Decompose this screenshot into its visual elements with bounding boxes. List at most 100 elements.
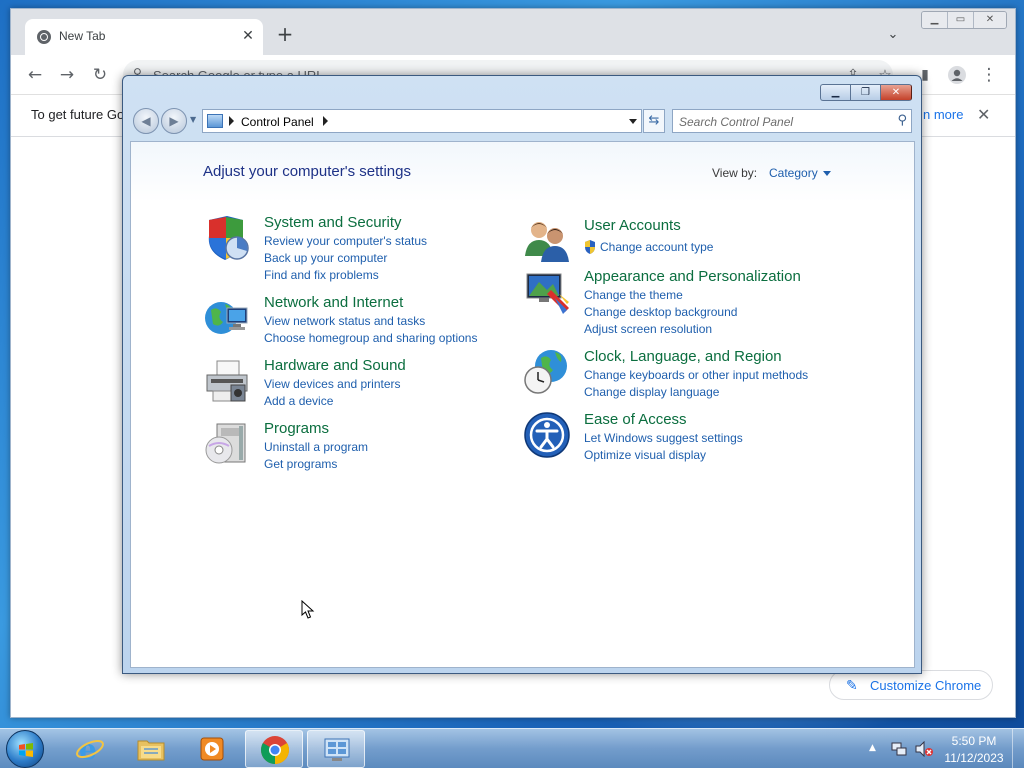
taskbar-file-explorer[interactable] xyxy=(122,730,180,768)
folder-icon xyxy=(137,740,165,761)
customize-chrome-label: Customize Chrome xyxy=(870,678,982,693)
category-network-internet-title[interactable]: Network and Internet xyxy=(264,294,403,311)
chrome-window-controls: ▁ ▭ ✕ xyxy=(921,11,1007,29)
taskbar-internet-explorer[interactable]: e xyxy=(61,730,119,768)
link-review-status[interactable]: Review your computer's status xyxy=(264,234,427,248)
back-icon[interactable]: ← xyxy=(23,63,47,87)
windows-logo-icon xyxy=(19,743,33,757)
show-hidden-icons-button[interactable]: ▲ xyxy=(869,743,876,753)
shield-icon[interactable] xyxy=(203,214,251,262)
breadcrumb-separator-icon[interactable] xyxy=(323,116,328,126)
link-get-programs[interactable]: Get programs xyxy=(264,457,337,471)
internet-explorer-icon: e xyxy=(76,734,104,764)
link-screen-resolution[interactable]: Adjust screen resolution xyxy=(584,322,712,336)
chevron-down-icon[interactable] xyxy=(823,171,831,176)
reload-icon[interactable]: ↻ xyxy=(88,63,112,87)
cp-content-pane: Adjust your computer's settings View by:… xyxy=(130,141,915,668)
cp-search-box[interactable]: ⚲ xyxy=(672,109,912,133)
printer-icon[interactable] xyxy=(203,357,251,405)
control-panel-window: ▁ ❐ ✕ ◀ ▶ ▼ Control Panel ⇆ ⚲ Adjust you… xyxy=(122,75,922,674)
cp-forward-button[interactable]: ▶ xyxy=(161,108,187,134)
volume-muted-icon[interactable] xyxy=(915,741,933,757)
new-tab-button[interactable]: + xyxy=(273,23,297,47)
link-devices-printers[interactable]: View devices and printers xyxy=(264,377,401,391)
clock-date[interactable]: 11/12/2023 xyxy=(940,751,1008,765)
search-icon[interactable]: ⚲ xyxy=(897,113,907,128)
svg-text:e: e xyxy=(79,734,97,764)
taskbar-media-player[interactable] xyxy=(183,730,241,768)
tab-strip: New Tab ✕ + ⌄ ▁ ▭ ✕ xyxy=(11,9,1015,55)
programs-disc-icon[interactable] xyxy=(203,420,251,468)
network-tray-icon[interactable] xyxy=(891,741,907,757)
cp-close-button[interactable]: ✕ xyxy=(880,84,912,101)
category-programs-title[interactable]: Programs xyxy=(264,420,329,437)
infobar-learn-more-link[interactable]: n more xyxy=(923,107,963,122)
clock-time[interactable]: 5:50 PM xyxy=(950,734,998,748)
cp-window-controls: ▁ ❐ ✕ xyxy=(820,84,912,102)
cp-back-button[interactable]: ◀ xyxy=(133,108,159,134)
tab-title: New Tab xyxy=(59,29,106,43)
breadcrumb-separator-icon[interactable] xyxy=(229,116,234,126)
link-add-device[interactable]: Add a device xyxy=(264,394,333,408)
chrome-icon xyxy=(261,736,289,764)
taskbar: e ▲ 5:50 PM 11/12/2023 xyxy=(0,728,1024,768)
network-globe-icon[interactable] xyxy=(203,294,251,342)
category-appearance-title[interactable]: Appearance and Personalization xyxy=(584,268,801,285)
cp-maximize-button[interactable]: ❐ xyxy=(850,84,880,101)
customize-chrome-button[interactable]: ✎ Customize Chrome xyxy=(829,670,993,700)
recent-pages-dropdown-icon[interactable]: ▼ xyxy=(190,115,196,124)
media-player-icon xyxy=(200,737,224,761)
category-clock-region-title[interactable]: Clock, Language, and Region xyxy=(584,348,782,365)
link-change-theme[interactable]: Change the theme xyxy=(584,288,683,302)
link-keyboards-input[interactable]: Change keyboards or other input methods xyxy=(584,368,808,382)
start-button[interactable] xyxy=(6,730,44,768)
link-change-account-type[interactable]: Change account type xyxy=(600,240,713,254)
link-network-status[interactable]: View network status and tasks xyxy=(264,314,425,328)
category-user-accounts-title[interactable]: User Accounts xyxy=(584,217,681,234)
link-back-up[interactable]: Back up your computer xyxy=(264,251,387,265)
profile-icon[interactable] xyxy=(945,63,969,87)
cp-search-input[interactable] xyxy=(679,114,879,130)
tab-new-tab[interactable]: New Tab ✕ xyxy=(25,19,263,55)
category-hardware-sound-title[interactable]: Hardware and Sound xyxy=(264,357,406,374)
uac-shield-icon xyxy=(584,239,596,254)
breadcrumb-control-panel[interactable]: Control Panel xyxy=(241,115,314,129)
cp-refresh-button[interactable]: ⇆ xyxy=(643,109,665,133)
chrome-close-button[interactable]: ✕ xyxy=(974,12,1006,28)
chrome-minimize-button[interactable]: ▁ xyxy=(922,12,948,28)
category-ease-of-access-title[interactable]: Ease of Access xyxy=(584,411,687,428)
tab-search-chevron-icon[interactable]: ⌄ xyxy=(883,25,903,45)
clock-globe-icon[interactable] xyxy=(523,348,571,396)
infobar-text: To get future Go xyxy=(31,107,125,122)
view-by-dropdown[interactable]: Category xyxy=(769,166,818,180)
link-find-fix[interactable]: Find and fix problems xyxy=(264,268,379,282)
cp-minimize-button[interactable]: ▁ xyxy=(820,84,850,101)
taskbar-chrome[interactable] xyxy=(245,730,303,768)
infobar-close-button[interactable]: ✕ xyxy=(977,105,990,124)
menu-icon[interactable]: ⋮ xyxy=(977,63,1001,87)
users-icon[interactable] xyxy=(523,216,571,264)
link-suggest-settings[interactable]: Let Windows suggest settings xyxy=(584,431,743,445)
monitor-paint-icon[interactable] xyxy=(523,268,571,316)
link-optimize-visual[interactable]: Optimize visual display xyxy=(584,448,706,462)
taskbar-control-panel[interactable] xyxy=(307,730,365,768)
control-panel-icon xyxy=(324,738,350,761)
address-dropdown-icon[interactable] xyxy=(629,119,637,124)
ease-of-access-icon[interactable] xyxy=(523,411,571,459)
link-desktop-background[interactable]: Change desktop background xyxy=(584,305,737,319)
show-desktop-button[interactable] xyxy=(1012,729,1024,768)
view-by-label: View by: xyxy=(712,166,758,180)
chrome-favicon-icon xyxy=(37,30,51,44)
page-title: Adjust your computer's settings xyxy=(203,163,411,180)
tab-close-button[interactable]: ✕ xyxy=(239,27,257,45)
chrome-maximize-button[interactable]: ▭ xyxy=(948,12,974,28)
link-uninstall[interactable]: Uninstall a program xyxy=(264,440,368,454)
forward-icon[interactable]: → xyxy=(55,63,79,87)
category-system-security-title[interactable]: System and Security xyxy=(264,214,402,231)
cp-navigation-bar: ◀ ▶ ▼ Control Panel ⇆ ⚲ xyxy=(133,107,913,135)
pencil-icon: ✎ xyxy=(846,677,858,693)
link-display-language[interactable]: Change display language xyxy=(584,385,719,399)
link-homegroup[interactable]: Choose homegroup and sharing options xyxy=(264,331,477,345)
cp-address-bar[interactable]: Control Panel xyxy=(202,109,642,133)
control-panel-small-icon xyxy=(207,114,223,128)
